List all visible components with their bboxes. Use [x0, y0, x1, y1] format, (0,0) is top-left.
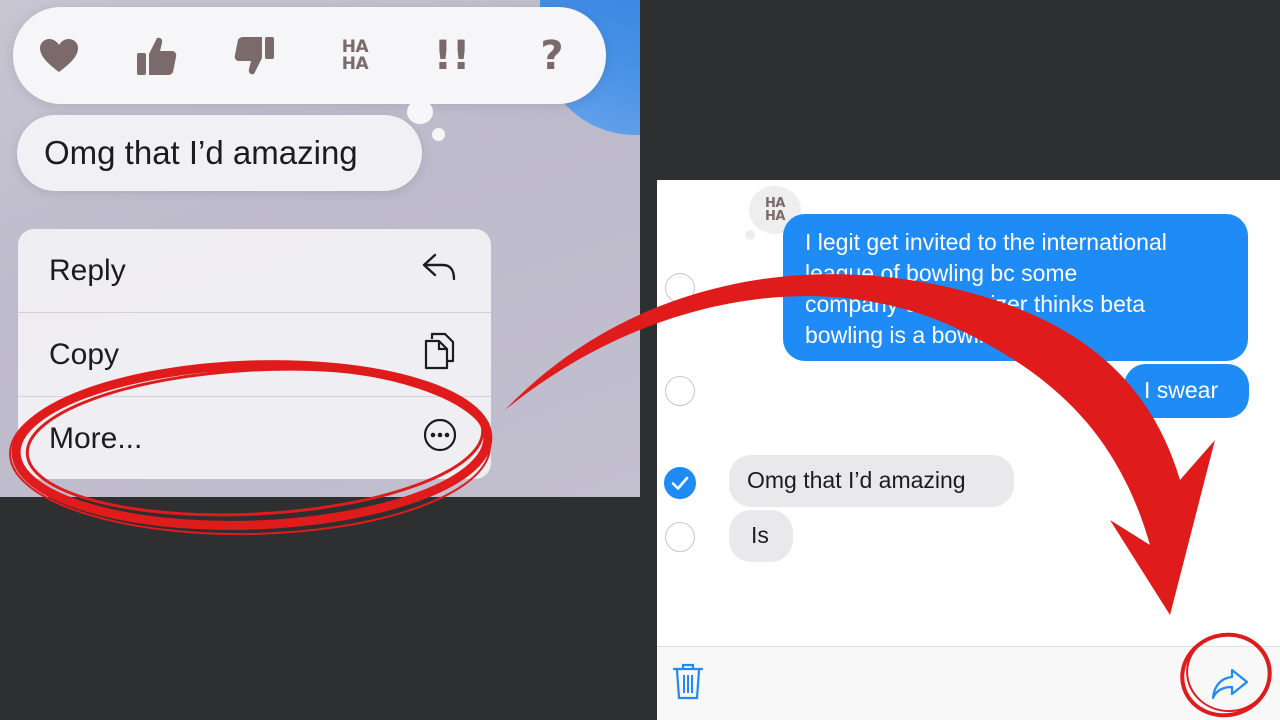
select-circle-msg-1[interactable] [665, 273, 695, 303]
reaction-tail-dot [745, 230, 755, 240]
select-circle-msg-4[interactable] [665, 522, 695, 552]
message-bubble-received[interactable]: Omg that I’d amazing [729, 455, 1014, 507]
message-bubble-sent[interactable]: I legit get invited to the international… [783, 214, 1248, 361]
more-ellipsis-icon [423, 418, 457, 460]
select-circle-msg-2[interactable] [665, 376, 695, 406]
more-menu-item[interactable]: More... [18, 397, 491, 479]
thumbs-up-icon[interactable] [129, 29, 183, 83]
message-bubble-received[interactable]: Is [729, 510, 793, 562]
haha-icon[interactable]: HA HA [328, 29, 382, 83]
reply-menu-item[interactable]: Reply [18, 229, 491, 313]
question-icon[interactable]: ? [525, 29, 579, 83]
tapback-tail [407, 100, 433, 124]
message-bubble-sent[interactable]: I swear [1124, 364, 1249, 418]
select-circle-msg-3-checked[interactable] [664, 467, 696, 499]
context-menu-screenshot: HA HA !! ? Omg that I’d amazing Reply Cop… [0, 0, 640, 497]
heart-icon[interactable] [32, 29, 86, 83]
trash-icon[interactable] [671, 661, 705, 706]
copy-label: Copy [49, 337, 120, 371]
forward-arrow-icon[interactable] [1210, 667, 1250, 706]
context-menu: Reply Copy More... [18, 229, 491, 479]
reply-label: Reply [49, 253, 126, 287]
thumbs-down-icon[interactable] [228, 29, 282, 83]
bottom-toolbar [657, 646, 1280, 720]
message-selection-screenshot: HA HA I legit get invited to the internat… [657, 180, 1280, 720]
exclamation-icon[interactable]: !! [425, 29, 479, 83]
tapback-tail-dot [432, 128, 445, 141]
selected-message-bubble: Omg that I’d amazing [17, 115, 422, 191]
message-text: Omg that I’d amazing [44, 134, 358, 171]
more-label: More... [49, 422, 143, 455]
copy-icon [423, 331, 457, 379]
copy-menu-item[interactable]: Copy [18, 313, 491, 397]
reply-icon [421, 252, 457, 290]
tapback-bar: HA HA !! ? [13, 7, 606, 104]
